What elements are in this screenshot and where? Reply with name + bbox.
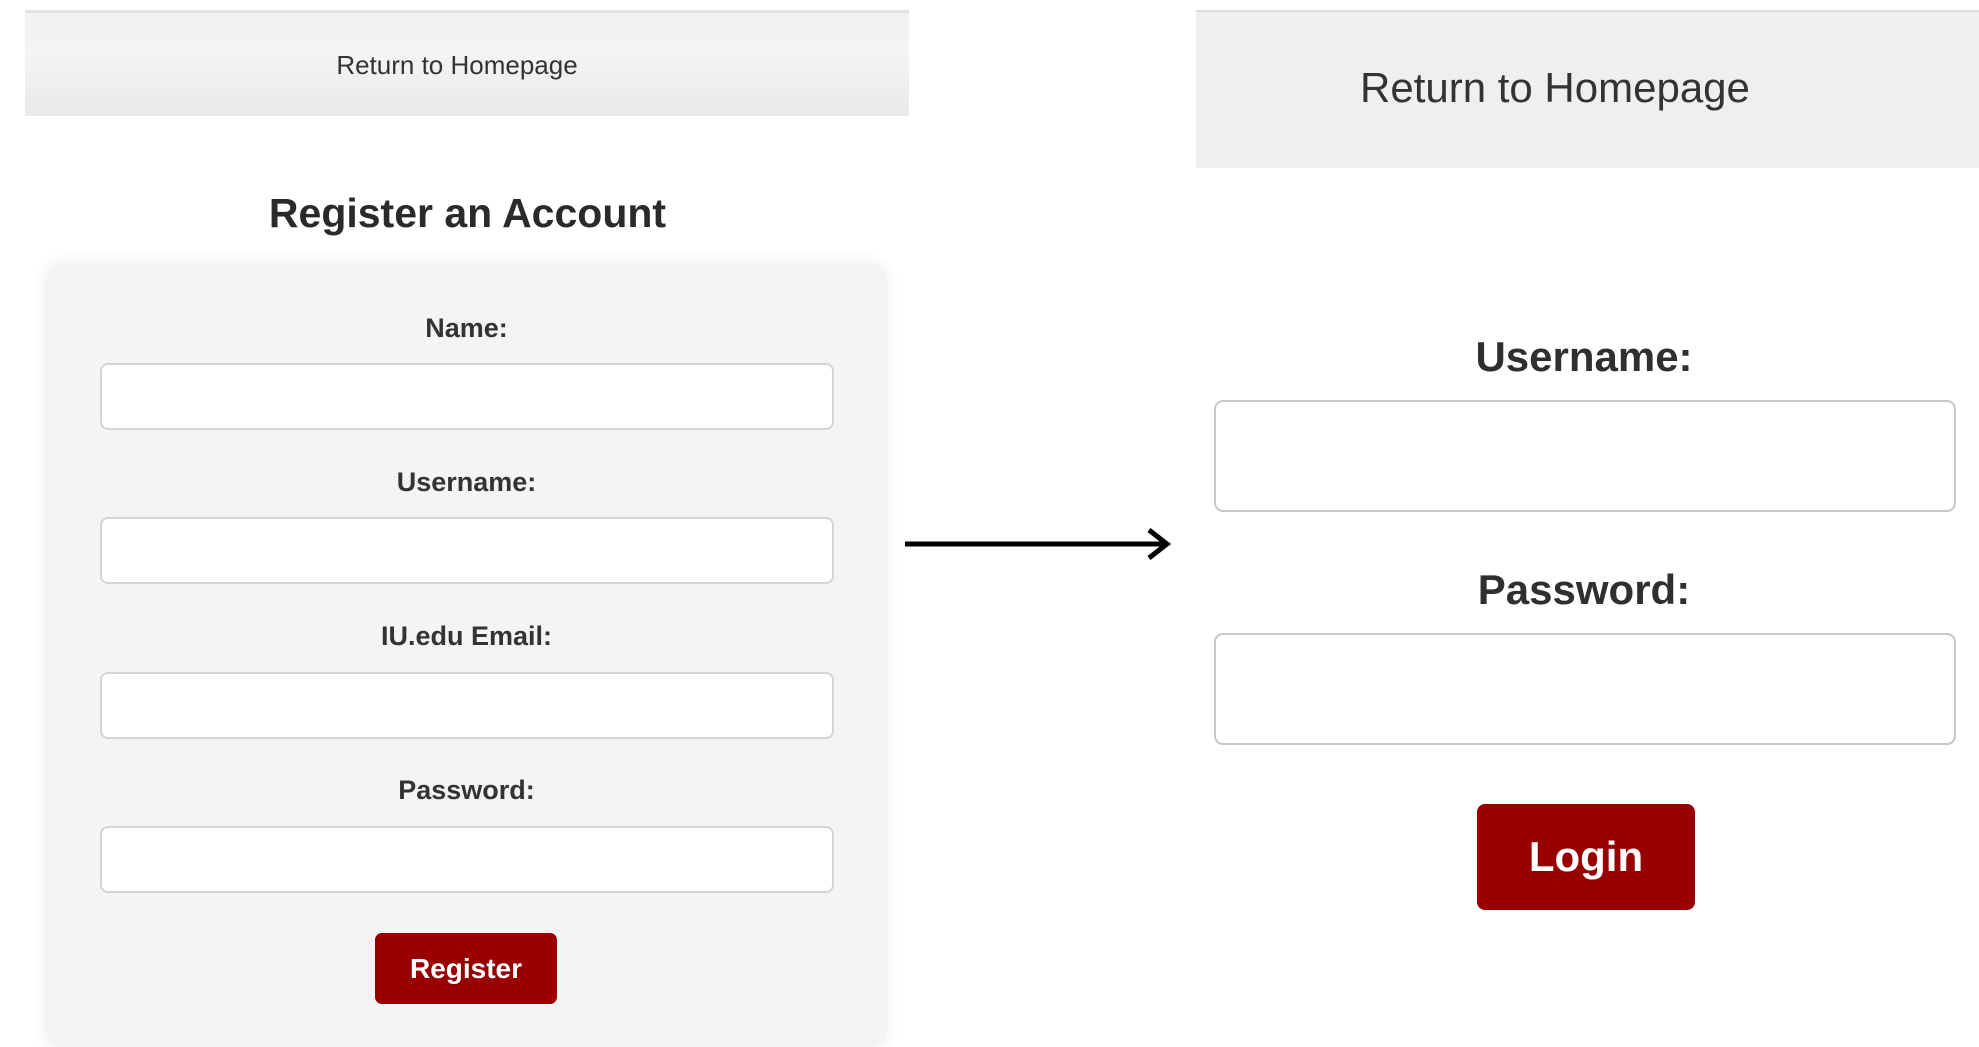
username-input[interactable] bbox=[1214, 400, 1956, 512]
name-label: Name: bbox=[425, 313, 508, 343]
password-label: Password: bbox=[1477, 566, 1691, 613]
password-label: Password: bbox=[398, 775, 535, 805]
login-header-bar: Return to Homepage bbox=[1196, 10, 1979, 168]
password-input[interactable] bbox=[100, 826, 834, 893]
login-page: Return to Homepage Username: Password: L… bbox=[1190, 0, 1979, 1047]
password-input[interactable] bbox=[1214, 633, 1956, 745]
email-input[interactable] bbox=[100, 672, 834, 739]
right-arrow-icon bbox=[905, 528, 1172, 560]
username-input[interactable] bbox=[100, 517, 834, 584]
login-button[interactable]: Login bbox=[1477, 804, 1695, 910]
register-button[interactable]: Register bbox=[375, 933, 557, 1004]
name-input[interactable] bbox=[100, 363, 834, 430]
return-to-homepage-link[interactable]: Return to Homepage bbox=[1360, 64, 1750, 112]
return-to-homepage-link[interactable]: Return to Homepage bbox=[336, 50, 577, 81]
register-form: Name: Username: IU.edu Email: Password: … bbox=[45, 262, 888, 1047]
page-title: Register an Account bbox=[268, 190, 667, 236]
username-label: Username: bbox=[396, 467, 537, 497]
screenshot-stage: Return to Homepage Register an Account N… bbox=[0, 0, 1979, 1047]
register-header-bar: Return to Homepage bbox=[25, 10, 909, 116]
email-label: IU.edu Email: bbox=[380, 621, 553, 651]
register-page: Return to Homepage Register an Account N… bbox=[0, 0, 910, 1047]
username-label: Username: bbox=[1475, 333, 1693, 380]
